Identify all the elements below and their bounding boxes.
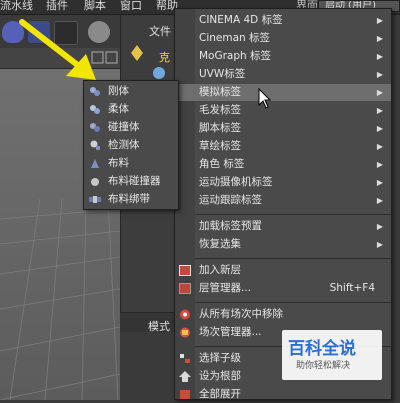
menu-item-cinema4d-tags[interactable]: CINEMA 4D 标签 ▶ — [175, 12, 391, 29]
simulation-tags-submenu: 刚体 柔体 碰撞体 检测体 布料 布料碰撞器 布料绑带 — [83, 80, 179, 210]
soft-body-icon — [90, 105, 100, 114]
rigid-body-icon — [90, 87, 100, 96]
take-manager-icon — [180, 327, 190, 338]
menu-item-expand-all[interactable]: 全部展开 — [175, 386, 391, 403]
submenu-item-cloth-collider[interactable]: 布料碰撞器 — [84, 173, 178, 190]
remove-take-icon — [180, 309, 190, 320]
layer-add-icon — [179, 265, 191, 276]
watermark: 百科全说 助你轻松解决 — [282, 330, 382, 380]
object-name[interactable]: 克 — [159, 49, 170, 65]
layer-manager-icon — [179, 283, 191, 294]
ghost-body-icon — [90, 140, 100, 150]
menu-item-uvw-tags[interactable]: UVW标签 ▶ — [175, 66, 391, 83]
menu-item-mograph-tags[interactable]: MoGraph 标签 ▶ — [175, 48, 391, 65]
cloth-belt-icon — [89, 196, 101, 203]
menu-item-cineman-tags[interactable]: Cineman 标签 ▶ — [175, 30, 391, 47]
mouse-cursor-icon — [258, 88, 272, 109]
menu-window[interactable]: 窗口 — [120, 0, 142, 13]
menu-item-motion-camera-tags[interactable]: 运动摄像机标签 ▶ — [175, 174, 391, 191]
cloth-icon — [91, 159, 99, 168]
tab-mode[interactable]: 模式 — [148, 318, 170, 334]
chevron-right-icon: ▶ — [376, 142, 383, 151]
submenu-item-ghost[interactable]: 检测体 — [84, 137, 178, 154]
menu-item-add-new-layer[interactable]: 加入新层 — [175, 262, 391, 279]
chevron-right-icon: ▶ — [376, 34, 383, 43]
chevron-right-icon: ▶ — [376, 106, 383, 115]
chevron-right-icon: ▶ — [376, 178, 383, 187]
menu-item-script-tags[interactable]: 脚本标签 ▶ — [175, 120, 391, 137]
menu-separator — [195, 302, 391, 303]
chevron-right-icon: ▶ — [376, 240, 383, 249]
menu-separator — [195, 214, 391, 215]
chevron-right-icon: ▶ — [376, 70, 383, 79]
submenu-item-collider-body[interactable]: 碰撞体 — [84, 119, 178, 136]
menu-item-simulation-tags[interactable]: 模拟标签 ▶ — [175, 84, 391, 101]
collider-body-icon — [90, 123, 100, 132]
menu-separator — [195, 258, 391, 259]
cloth-collider-icon — [91, 178, 99, 186]
chevron-right-icon: ▶ — [376, 160, 383, 169]
menu-item-sketch-tags[interactable]: 草绘标签 ▶ — [175, 138, 391, 155]
shortcut-label: Shift+F4 — [329, 282, 375, 294]
chevron-right-icon: ▶ — [376, 16, 383, 25]
attribute-panel: 模式 — [120, 320, 178, 400]
watermark-title: 百科全说 — [288, 339, 356, 359]
menu-item-motion-tracking-tags[interactable]: 运动跟踪标签 ▶ — [175, 192, 391, 209]
chevron-right-icon: ▶ — [376, 222, 383, 231]
submenu-item-cloth[interactable]: 布料 — [84, 155, 178, 172]
tab-file[interactable]: 文件 — [149, 23, 171, 39]
chevron-right-icon: ▶ — [376, 124, 383, 133]
chevron-right-icon: ▶ — [376, 196, 383, 205]
submenu-item-cloth-belt[interactable]: 布料绑带 — [84, 191, 178, 208]
expand-all-icon — [180, 390, 190, 399]
select-children-icon — [180, 354, 190, 363]
menu-item-restore-selection[interactable]: 恢复选集 ▶ — [175, 236, 391, 253]
yellow-arrow-icon — [19, 19, 96, 80]
menu-item-layer-manager[interactable]: 层管理器... Shift+F4 — [175, 280, 391, 297]
submenu-item-rigid-body[interactable]: 刚体 — [84, 83, 178, 100]
chevron-right-icon: ▶ — [376, 52, 383, 61]
chevron-right-icon: ▶ — [376, 88, 383, 97]
watermark-subtitle: 助你轻松解决 — [296, 361, 351, 371]
menu-item-character-tags[interactable]: 角色 标签 ▶ — [175, 156, 391, 173]
menu-item-load-tag-preset[interactable]: 加载标签预置 ▶ — [175, 218, 391, 235]
submenu-item-soft-body[interactable]: 柔体 — [84, 101, 178, 118]
menu-item-hair-tags[interactable]: 毛发标签 ▶ — [175, 102, 391, 119]
set-root-icon — [179, 371, 191, 382]
menu-item-remove-from-all-takes[interactable]: 从所有场次中移除 — [175, 306, 391, 323]
